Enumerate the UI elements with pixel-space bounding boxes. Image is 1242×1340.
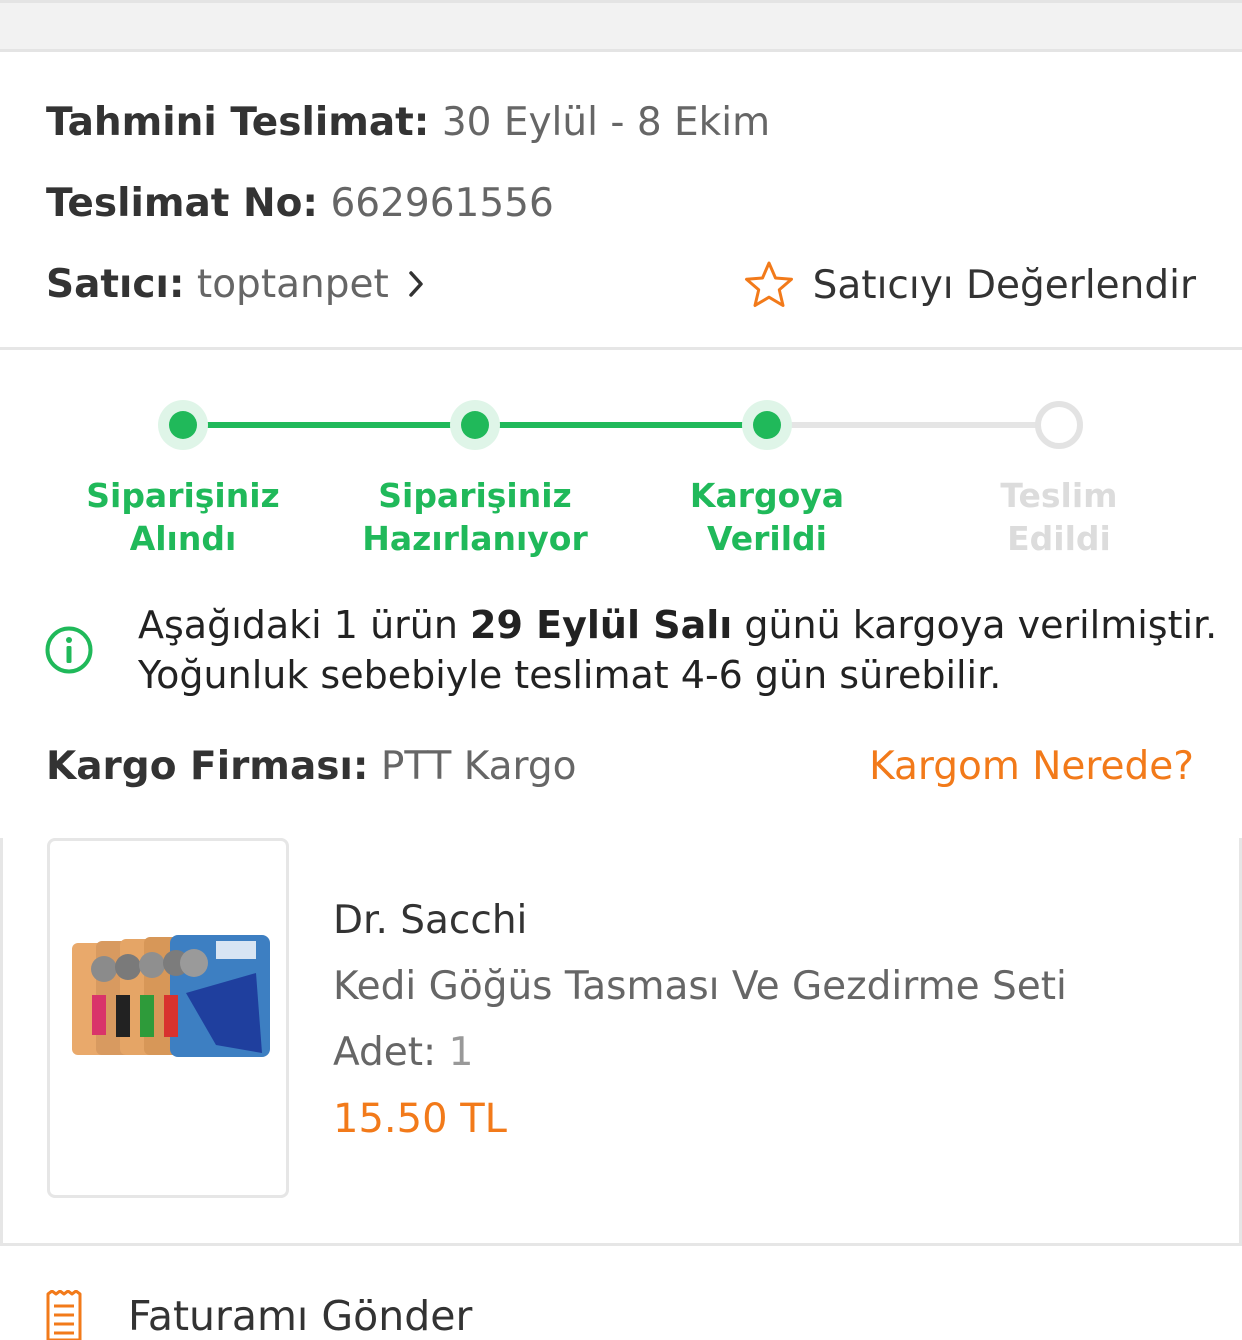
cargo-company-label: Kargo Firması: (46, 744, 369, 789)
step-label-preparing: Siparişiniz Hazırlanıyor (345, 474, 605, 560)
seller-row: Satıcı: toptanpet (46, 262, 425, 307)
step-label-line: Alındı (129, 519, 237, 558)
chevron-right-icon (409, 270, 423, 297)
product-image[interactable] (47, 838, 289, 1198)
receipt-icon (46, 1290, 82, 1340)
step-label-line: Siparişiniz (86, 476, 280, 515)
delivery-number: Teslimat No: 662961556 (46, 181, 554, 226)
seller-label: Satıcı: (46, 262, 185, 307)
step-label-line: Hazırlanıyor (362, 519, 588, 558)
quantity-value: 1 (448, 1030, 474, 1075)
progress-line-3 (767, 422, 1059, 428)
track-shipment-link[interactable]: Kargom Nerede? (869, 744, 1194, 789)
product-photo (72, 935, 270, 1057)
cargo-row: Kargo Firması: PTT Kargo Kargom Nerede? (46, 744, 1194, 789)
step-label-order-received: Siparişiniz Alındı (53, 474, 313, 560)
product-brand: Dr. Sacchi (333, 898, 528, 943)
seller-name: toptanpet (196, 262, 389, 307)
product-price: 15.50 TL (333, 1096, 507, 1142)
estimated-delivery-label: Tahmini Teslimat: (46, 100, 430, 145)
estimated-delivery-value: 30 Eylül - 8 Ekim (441, 100, 771, 145)
notice-text-part: günü kargoya verilmiştir. (732, 603, 1218, 647)
rate-seller-button[interactable]: Satıcıyı Değerlendir (743, 260, 1196, 310)
step-label-line: Teslim (1000, 476, 1118, 515)
progress-line-2 (475, 422, 767, 428)
send-invoice-label: Faturamı Gönder (128, 1292, 473, 1340)
shipping-notice-text: Aşağıdaki 1 ürün 29 Eylül Salı günü karg… (138, 600, 1218, 700)
order-status-tracker: Siparişiniz Alındı Siparişiniz Hazırlanı… (0, 350, 1242, 840)
progress-line-1 (183, 422, 475, 428)
step-label-line: Edildi (1007, 519, 1111, 558)
step-dot-preparing (450, 400, 500, 450)
quantity-label: Adet: (333, 1030, 437, 1075)
product-name[interactable]: Kedi Göğüs Tasması Ve Gezdirme Seti (333, 964, 1067, 1009)
notice-date: 29 Eylül Salı (470, 603, 733, 647)
notice-line-2: Yoğunluk sebebiyle teslimat 4-6 gün süre… (138, 653, 1002, 697)
send-invoice-row[interactable]: Faturamı Gönder (0, 1246, 1242, 1340)
star-icon (744, 261, 793, 307)
rate-seller-label: Satıcıyı Değerlendir (812, 262, 1196, 308)
info-icon (45, 626, 93, 674)
product-quantity: Adet: 1 (333, 1030, 473, 1075)
delivery-info: Tahmini Teslimat: 30 Eylül - 8 Ekim Tesl… (0, 52, 1242, 350)
delivery-number-value: 662961556 (330, 181, 554, 226)
notice-text-part: Aşağıdaki 1 ürün (138, 603, 471, 647)
step-label-delivered: Teslim Edildi (929, 474, 1189, 560)
notice-line-1: Aşağıdaki 1 ürün 29 Eylül Salı günü karg… (138, 600, 1218, 650)
seller-link[interactable]: toptanpet (197, 262, 425, 307)
top-strip (0, 0, 1242, 52)
step-dot-shipped (742, 400, 792, 450)
cargo-company-value: PTT Kargo (380, 744, 577, 789)
step-label-line: Verildi (707, 519, 827, 558)
step-label-line: Siparişiniz (378, 476, 572, 515)
step-label-shipped: Kargoya Verildi (637, 474, 897, 560)
delivery-number-label: Teslimat No: (46, 181, 319, 226)
step-dot-order-received (158, 400, 208, 450)
product-card[interactable]: Dr. Sacchi Kedi Göğüs Tasması Ve Gezdirm… (0, 838, 1242, 1246)
step-label-line: Kargoya (689, 476, 845, 515)
estimated-delivery: Tahmini Teslimat: 30 Eylül - 8 Ekim (46, 100, 770, 145)
step-dot-delivered (1035, 401, 1083, 449)
